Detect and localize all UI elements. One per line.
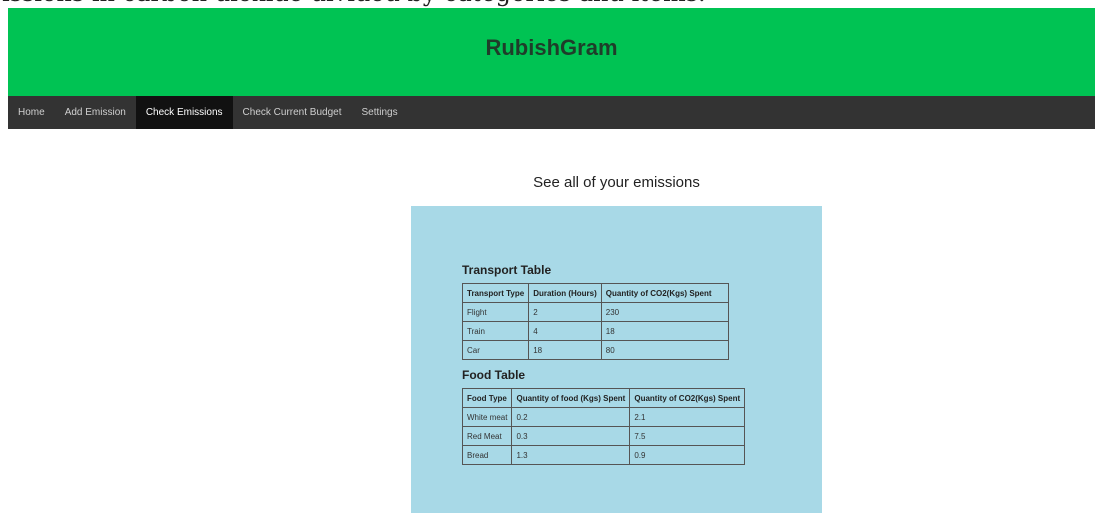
table-cell: Car <box>461 340 530 360</box>
table-cell: Train <box>461 321 530 341</box>
table-row: White meat 0.2 2.1 <box>461 407 746 427</box>
table-cell: 2.1 <box>629 407 746 427</box>
table-cell: Bread <box>461 445 513 465</box>
table-cell: 230 <box>600 302 729 322</box>
table-row: Red Meat 0.3 7.5 <box>461 426 746 446</box>
table-cell: 18 <box>600 321 729 341</box>
nav-add-emission[interactable]: Add Emission <box>55 96 136 129</box>
app-title: RubishGram <box>485 35 618 60</box>
table-cell: Flight <box>461 302 530 322</box>
column-header: Transport Type <box>461 283 530 303</box>
site-header: RubishGram <box>8 8 1095 96</box>
table-cell: 80 <box>600 340 729 360</box>
page: issions in carbon dioxide divided by cat… <box>0 0 1103 513</box>
table-cell: 7.5 <box>629 426 746 446</box>
table-cell: White meat <box>461 407 513 427</box>
column-header: Quantity of food (Kgs) Spent <box>511 388 631 408</box>
column-header: Quantity of CO2(Kgs) Spent <box>629 388 746 408</box>
table-row: Train 4 18 <box>461 321 729 341</box>
table-header-row: Food Type Quantity of food (Kgs) Spent Q… <box>461 388 746 408</box>
table-row: Flight 2 230 <box>461 302 729 322</box>
table-row: Car 18 80 <box>461 340 729 360</box>
main-navbar: Home Add Emission Check Emissions Check … <box>8 96 1095 129</box>
table-cell: 4 <box>528 321 602 341</box>
table-cell: 2 <box>528 302 602 322</box>
table-row: Bread 1.3 0.9 <box>461 445 746 465</box>
nav-check-emissions[interactable]: Check Emissions <box>135 96 233 129</box>
table-cell: 0.9 <box>629 445 746 465</box>
nav-check-current-budget[interactable]: Check Current Budget <box>233 96 352 129</box>
food-table-title: Food Table <box>462 368 526 382</box>
nav-settings[interactable]: Settings <box>351 96 407 129</box>
column-header: Food Type <box>461 388 513 408</box>
page-heading: See all of your emissions <box>533 174 700 191</box>
nav-home[interactable]: Home <box>8 96 55 129</box>
table-cell: 0.3 <box>511 426 631 446</box>
transport-table: Transport Type Duration (Hours) Quantity… <box>461 283 729 360</box>
table-cell: 18 <box>528 340 602 360</box>
column-header: Quantity of CO2(Kgs) Spent <box>600 283 729 303</box>
table-header-row: Transport Type Duration (Hours) Quantity… <box>461 283 729 303</box>
page-caption: issions in carbon dioxide divided by cat… <box>0 0 1103 8</box>
column-header: Duration (Hours) <box>528 283 602 303</box>
table-cell: Red Meat <box>461 426 513 446</box>
table-cell: 1.3 <box>511 445 631 465</box>
transport-table-title: Transport Table <box>462 263 552 277</box>
table-cell: 0.2 <box>511 407 631 427</box>
food-table: Food Type Quantity of food (Kgs) Spent Q… <box>461 388 746 465</box>
emissions-panel: Transport Table Transport Type Duration … <box>411 206 822 513</box>
